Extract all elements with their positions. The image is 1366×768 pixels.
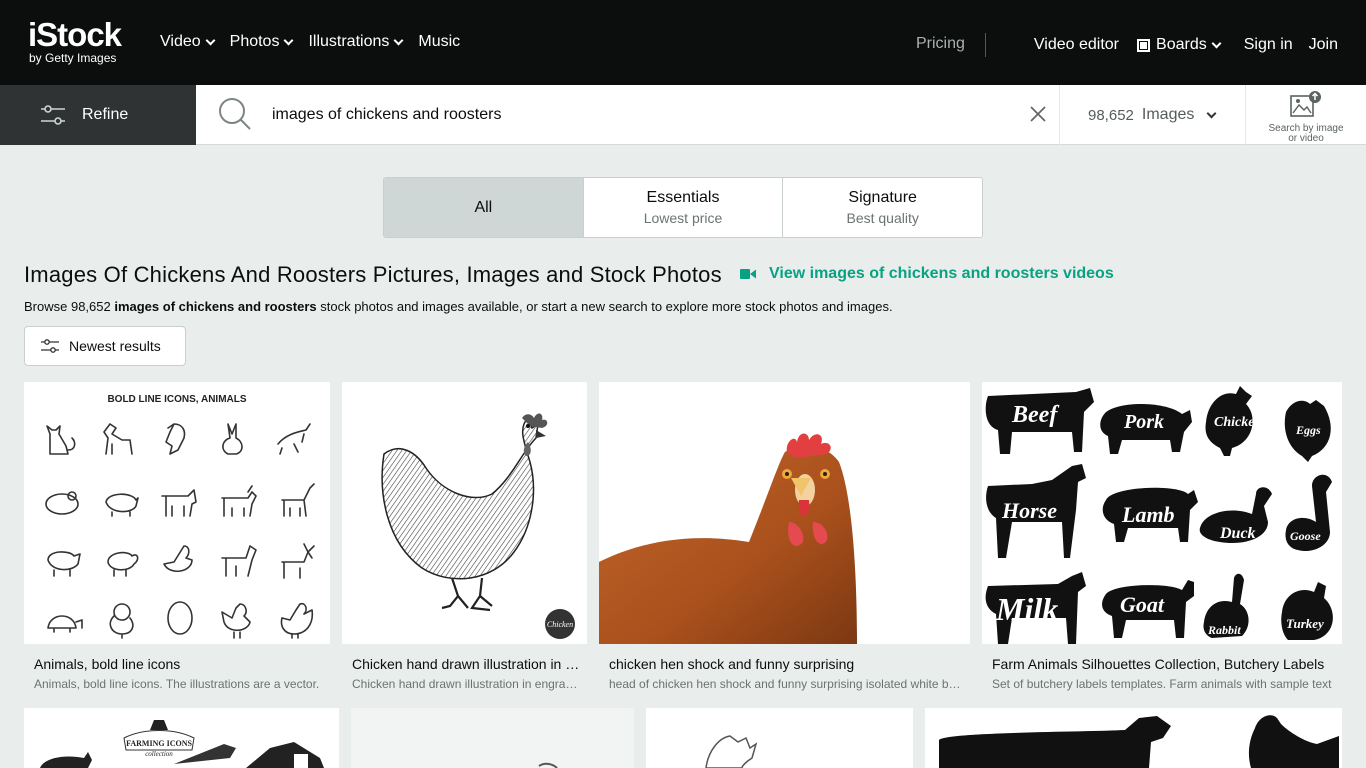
nav-illustrations[interactable]: Illustrations — [308, 33, 404, 51]
search-bar: Refine 98,652 Images Search by image or … — [0, 85, 1366, 145]
result-thumbnail[interactable] — [646, 708, 913, 768]
media-type-dropdown[interactable]: 98,652 Images — [1059, 85, 1245, 145]
chevron-down-icon — [1211, 38, 1222, 48]
sliders-icon — [41, 339, 59, 353]
nav-music-label: Music — [418, 33, 461, 50]
chevron-down-icon — [205, 35, 216, 45]
account-menu: Pricing Video editor Boards Sign in Join — [916, 33, 1338, 57]
nav-photos[interactable]: Photos — [229, 33, 294, 51]
hen-photo — [599, 433, 857, 644]
search-icon — [218, 97, 252, 131]
result-thumbnail[interactable]: BOLD LINE ICONS, ANIMALS — [24, 382, 330, 644]
sort-button[interactable]: Newest results — [24, 326, 186, 366]
farm-label-pork: Pork — [1123, 411, 1164, 433]
browse-suffix: stock photos and images available, or st… — [316, 299, 893, 314]
license-tabs: All Essentials Lowest price Signature Be… — [383, 177, 983, 238]
refine-label: Refine — [82, 106, 129, 123]
browse-description: Browse 98,652 images of chickens and roo… — [24, 299, 893, 314]
result-thumbnail[interactable] — [351, 708, 634, 768]
refine-button[interactable]: Refine — [0, 85, 196, 145]
result-thumbnail[interactable] — [925, 708, 1342, 768]
sort-label: Newest results — [69, 338, 161, 354]
image-upload-icon — [1290, 91, 1321, 117]
chevron-down-icon — [1206, 108, 1217, 118]
result-title[interactable]: Animals, bold line icons — [34, 656, 324, 672]
nav-video-label: Video — [160, 33, 201, 50]
istock-logo[interactable]: iStock by Getty Images — [28, 16, 122, 65]
browse-query: images of chickens and roosters — [114, 299, 317, 314]
nav-photos-label: Photos — [229, 33, 280, 50]
engraved-chicken-illustration: Chicken — [381, 413, 575, 639]
video-camera-icon — [740, 269, 756, 279]
result-thumbnail[interactable]: FARMING ICONS collection — [24, 708, 339, 768]
video-editor-link[interactable]: Video editor — [1034, 36, 1119, 54]
illustration-caption-2: collection — [145, 750, 173, 758]
result-count: 98,652 — [1088, 106, 1134, 124]
farm-label-chicken: Chicken — [1214, 415, 1262, 430]
illustration-caption: FARMING ICONS — [126, 739, 192, 748]
search-input[interactable] — [272, 103, 1012, 127]
media-type-label: Images — [1141, 106, 1195, 123]
farm-label-goat: Goat — [1120, 592, 1165, 617]
result-description: head of chicken hen shock and funny surp… — [609, 677, 965, 691]
farm-label-duck: Duck — [1219, 525, 1256, 542]
chevron-down-icon — [393, 35, 404, 45]
top-navigation: iStock by Getty Images Video Photos Illu… — [0, 0, 1366, 85]
result-title[interactable]: chicken hen shock and funny surprising — [609, 656, 965, 672]
view-videos-link[interactable]: View images of chickens and roosters vid… — [740, 265, 1114, 283]
search-by-image-button[interactable]: Search by image or video — [1245, 85, 1366, 145]
farm-label-goose: Goose — [1290, 529, 1321, 543]
chicken-outline-illustration — [538, 762, 558, 768]
sliders-icon — [41, 105, 65, 125]
farm-label-beef: Beef — [1011, 402, 1059, 428]
result-thumbnail[interactable]: Beef Pork Chicken Eggs Horse Lamb Duck G… — [982, 382, 1342, 644]
tab-essentials[interactable]: Essentials Lowest price — [584, 178, 784, 237]
pricing-link[interactable]: Pricing — [916, 33, 986, 57]
farm-animals-silhouettes: Beef Pork Chicken Eggs Horse Lamb Duck G… — [985, 386, 1333, 644]
animal-icons-illustration: BOLD LINE ICONS, ANIMALS — [45, 394, 315, 639]
result-title[interactable]: Farm Animals Silhouettes Collection, But… — [992, 656, 1337, 672]
result-description: Animals, bold line icons. The illustrati… — [34, 677, 320, 691]
farm-silhouettes-illustration — [939, 715, 1339, 768]
farming-icons-illustration: FARMING ICONS collection — [40, 720, 324, 768]
boards-icon — [1137, 38, 1151, 52]
logo-text: iStock — [28, 16, 122, 53]
result-description: Set of butchery labels templates. Farm a… — [992, 677, 1332, 691]
logo-subtext: by Getty Images — [29, 51, 117, 65]
result-thumbnail[interactable]: Chicken — [342, 382, 587, 644]
tab-signature[interactable]: Signature Best quality — [783, 178, 982, 237]
tab-essentials-title: Essentials — [646, 189, 720, 206]
result-title[interactable]: Chicken hand drawn illustration in engra… — [352, 656, 582, 672]
result-description: Chicken hand drawn illustration in engra… — [352, 677, 582, 691]
tab-signature-subtitle: Best quality — [846, 210, 919, 226]
farm-label-turkey: Turkey — [1286, 616, 1324, 631]
illustration-caption: Chicken — [547, 620, 573, 629]
browse-prefix: Browse 98,652 — [24, 299, 115, 314]
tab-signature-title: Signature — [848, 189, 917, 206]
sign-in-link[interactable]: Sign in — [1244, 36, 1293, 54]
boards-menu[interactable]: Boards — [1137, 36, 1222, 54]
boards-label: Boards — [1156, 36, 1207, 53]
nav-illustrations-label: Illustrations — [308, 33, 390, 50]
nav-video[interactable]: Video — [160, 33, 216, 51]
page-title: Images Of Chickens And Roosters Pictures… — [24, 262, 722, 287]
tab-essentials-subtitle: Lowest price — [643, 210, 723, 226]
farm-label-milk: Milk — [995, 591, 1058, 627]
main-menu: Video Photos Illustrations Music — [160, 33, 460, 51]
join-link[interactable]: Join — [1309, 36, 1338, 54]
search-by-image-label: Search by image or video — [1268, 123, 1344, 144]
rooster-comb-illustration — [705, 735, 758, 768]
farm-label-eggs: Eggs — [1295, 423, 1321, 437]
farm-label-rabbit: Rabbit — [1207, 623, 1241, 637]
tab-all[interactable]: All — [384, 178, 584, 237]
illustration-caption: BOLD LINE ICONS, ANIMALS — [107, 394, 246, 405]
result-thumbnail[interactable] — [599, 382, 970, 644]
farm-label-horse: Horse — [1001, 498, 1057, 523]
nav-music[interactable]: Music — [418, 33, 460, 51]
clear-search-icon[interactable] — [1024, 100, 1052, 128]
view-videos-label: View images of chickens and roosters vid… — [769, 265, 1114, 282]
tab-all-title: All — [474, 198, 493, 216]
chevron-down-icon — [284, 35, 294, 45]
farm-label-lamb: Lamb — [1121, 502, 1175, 527]
